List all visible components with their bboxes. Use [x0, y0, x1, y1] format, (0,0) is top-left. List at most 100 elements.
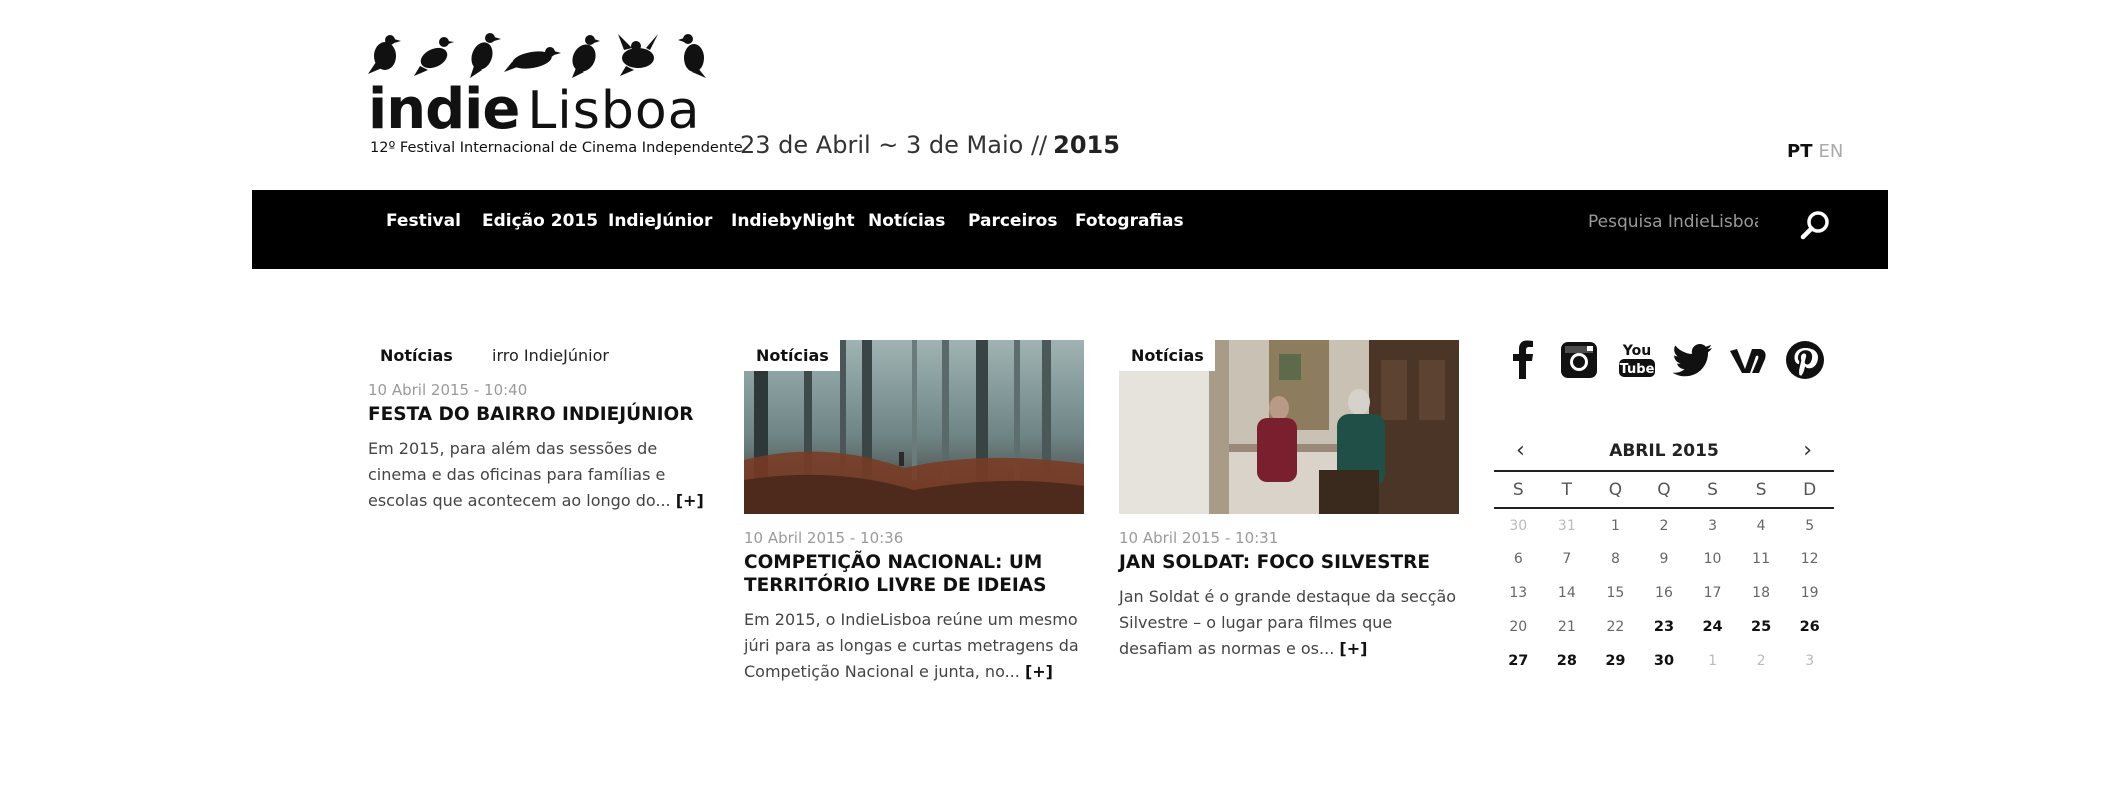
calendar-event-day[interactable]: 29 [1591, 644, 1640, 678]
calendar-day: 2 [1756, 653, 1766, 669]
article-date: 10 Abril 2015 - 10:31 [1119, 529, 1279, 547]
calendar-day: 20 [1509, 619, 1528, 635]
news-card-2: Notícias 10 Abril 2015 - 10:36 COMPETIÇÃ… [744, 340, 1084, 685]
logo-wordmark: indie Lisboa [368, 82, 701, 138]
calendar-event-day[interactable]: 30 [1640, 644, 1689, 678]
calendar-event-day[interactable]: 23 [1640, 610, 1689, 644]
twitter-icon[interactable] [1672, 339, 1714, 381]
calendar-grid: S T Q Q S S D 30 31 1 2 3 4 5 6 7 8 9 10 11 12 13 14 15 1… [1494, 470, 1834, 678]
calendar-day: 7 [1562, 551, 1572, 567]
nav-item-festival[interactable]: Festival [386, 211, 461, 231]
vimeo-icon[interactable] [1728, 339, 1770, 381]
calendar-day: 13 [1509, 585, 1528, 601]
events-calendar: ‹ ABRIL 2015 › S T Q Q S S D 30 31 1 2 3 4 5 6 7… [1494, 438, 1834, 678]
search-input[interactable] [1588, 212, 1758, 232]
weekday-label: T [1561, 479, 1573, 500]
category-badge[interactable]: Notícias [1119, 340, 1215, 371]
calendar-event-day[interactable]: 25 [1737, 610, 1786, 644]
article-title[interactable]: FESTA DO BAIRRO INDIEJÚNIOR [368, 403, 708, 426]
calendar-weekdays: S T Q Q S S D [1494, 471, 1834, 508]
lang-en-link[interactable]: EN [1818, 141, 1843, 162]
logo-subtitle: 12º Festival Internacional de Cinema Ind… [370, 140, 743, 156]
weekday-label: Q [1608, 479, 1623, 500]
calendar-week-row: 13 14 15 16 17 18 19 [1494, 576, 1834, 610]
article-excerpt: Em 2015, o IndieLisboa reúne um mesmo jú… [744, 607, 1084, 685]
calendar-day: 14 [1557, 585, 1576, 601]
calendar-day: 12 [1800, 551, 1819, 567]
nav-item-edicao-2015[interactable]: Edição 2015 [482, 211, 598, 231]
news-card-1-body: 10 Abril 2015 - 10:40 FESTA DO BAIRRO IN… [368, 381, 708, 514]
calendar-day: 19 [1800, 585, 1819, 601]
festival-year: 2015 [1053, 131, 1120, 159]
article-excerpt-text: Em 2015, para além das sessões de cinema… [368, 439, 671, 510]
category-badge[interactable]: Notícias [368, 340, 464, 371]
lang-pt-link[interactable]: PT [1787, 141, 1812, 162]
calendar-day: 17 [1703, 585, 1722, 601]
youtube-you-text: You [1622, 343, 1651, 359]
calendar-day: 3 [1708, 517, 1717, 534]
article-image[interactable]: Notícias [1119, 340, 1459, 514]
article-title[interactable]: JAN SOLDAT: FOCO SILVESTRE [1119, 551, 1459, 574]
weekday-label: S [1755, 479, 1767, 500]
calendar-week-row: 27 28 29 30 1 2 3 [1494, 644, 1834, 678]
calendar-day: 10 [1703, 551, 1722, 567]
news-card-3-body: 10 Abril 2015 - 10:31 JAN SOLDAT: FOCO S… [1119, 529, 1459, 662]
calendar-month-title: ABRIL 2015 [1609, 441, 1719, 461]
calendar-week-row: 6 7 8 9 10 11 12 [1494, 542, 1834, 576]
weekday-label: S [1707, 479, 1718, 500]
calendar-day: 1 [1708, 653, 1717, 669]
calendar-event-day[interactable]: 26 [1785, 610, 1834, 644]
instagram-icon[interactable] [1558, 339, 1600, 381]
calendar-day: 22 [1606, 619, 1625, 635]
calendar-day: 6 [1513, 551, 1523, 567]
festival-dates: 23 de Abril ~ 3 de Maio //2015 [740, 131, 1120, 159]
nav-item-fotografias[interactable]: Fotografias [1075, 211, 1184, 231]
main-navbar: Festival Edição 2015 IndieJúnior Indieby… [252, 190, 1888, 269]
calendar-next-button[interactable]: › [1803, 438, 1812, 463]
calendar-event-day[interactable]: 27 [1494, 644, 1543, 678]
article-title[interactable]: COMPETIÇÃO NACIONAL: UM TERRITÓRIO LIVRE… [744, 551, 1084, 597]
calendar-day: 4 [1756, 517, 1766, 534]
calendar-days: 30 31 1 2 3 4 5 6 7 8 9 10 11 12 13 14 15 16 17 18 19 20 21 22 2… [1494, 508, 1834, 678]
weekday-label: S [1512, 479, 1524, 500]
calendar-day: 15 [1606, 585, 1625, 601]
calendar-week-row: 20 21 22 23 24 25 26 [1494, 610, 1834, 644]
article-excerpt-text: Jan Soldat é o grande destaque da secção… [1119, 587, 1457, 658]
calendar-day: 21 [1557, 619, 1576, 635]
article-image[interactable]: Notícias [744, 340, 1084, 514]
calendar-day: 16 [1655, 585, 1673, 601]
nav-item-indiebynight[interactable]: IndiebyNight [731, 211, 855, 231]
calendar-day: 11 [1752, 551, 1770, 567]
read-more-link[interactable]: [+] [1339, 639, 1367, 658]
weekday-label: Q [1657, 479, 1671, 500]
category-badge[interactable]: Notícias [744, 340, 840, 371]
calendar-event-day[interactable]: 24 [1688, 610, 1737, 644]
read-more-link[interactable]: [+] [1025, 662, 1053, 681]
calendar-day: 18 [1752, 585, 1770, 601]
calendar-day: 2 [1659, 517, 1669, 534]
pinterest-icon[interactable] [1784, 339, 1826, 381]
calendar-day: 8 [1610, 551, 1620, 567]
weekday-label: D [1803, 479, 1817, 500]
youtube-icon[interactable]: You Tube [1616, 339, 1658, 381]
calendar-header: ‹ ABRIL 2015 › [1494, 438, 1834, 470]
read-more-link[interactable]: [+] [676, 491, 704, 510]
nav-item-parceiros[interactable]: Parceiros [968, 211, 1057, 231]
logo-lisboa: Lisboa [527, 81, 701, 141]
youtube-tube-text: Tube [1620, 362, 1655, 377]
logo-indie: indie [368, 77, 520, 142]
calendar-week-row: 30 31 1 2 3 4 5 [1494, 508, 1834, 542]
article-excerpt: Em 2015, para além das sessões de cinema… [368, 436, 708, 514]
calendar-event-day[interactable]: 28 [1543, 644, 1592, 678]
calendar-day: 9 [1659, 551, 1669, 567]
birds-logo-graphic [368, 33, 706, 78]
nav-item-indiejunior[interactable]: IndieJúnior [608, 211, 712, 231]
article-excerpt: Jan Soldat é o grande destaque da secção… [1119, 584, 1459, 662]
site-logo[interactable]: indie Lisboa 12º Festival Internacional d… [368, 30, 743, 160]
calendar-day: 3 [1805, 653, 1815, 669]
nav-item-noticias[interactable]: Notícias [868, 211, 945, 231]
calendar-day: 5 [1805, 517, 1815, 534]
search-icon[interactable] [1798, 209, 1832, 243]
calendar-day: 31 [1557, 517, 1576, 534]
facebook-icon[interactable] [1502, 339, 1544, 381]
